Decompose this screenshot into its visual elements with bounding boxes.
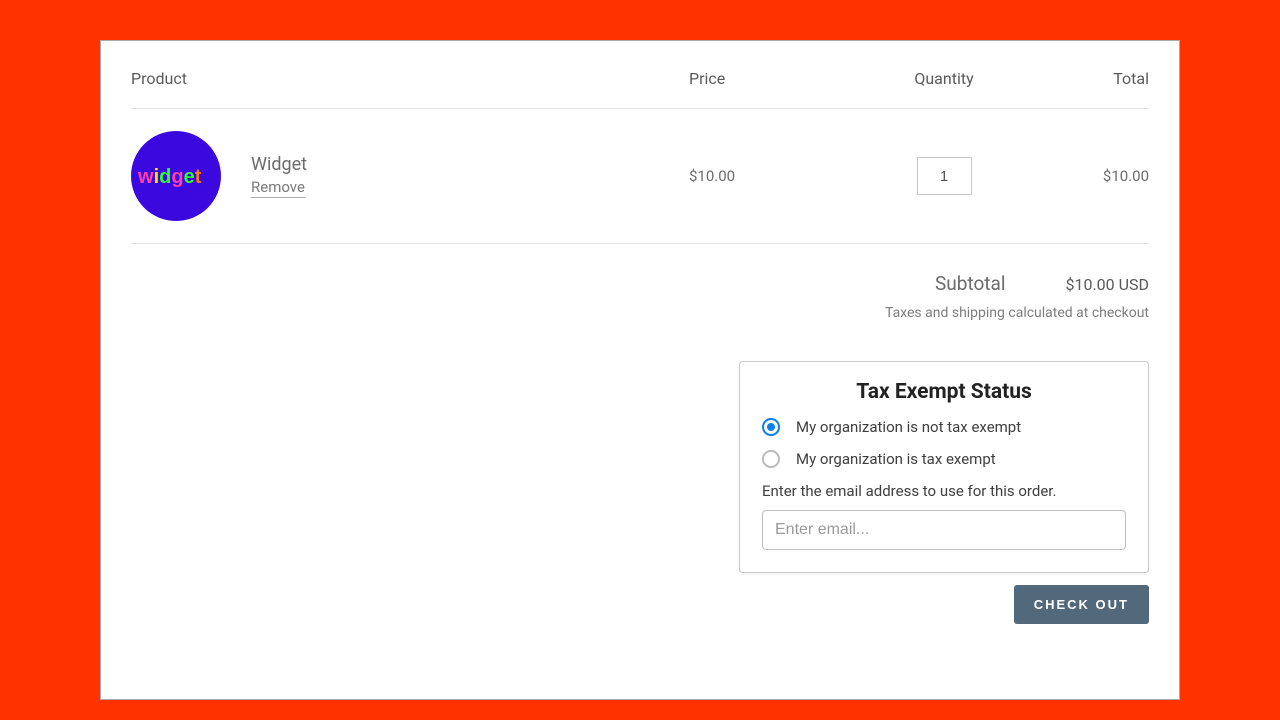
tax-exempt-title: Tax Exempt Status: [762, 380, 1126, 404]
product-thumbnail[interactable]: widget: [131, 131, 221, 221]
remove-link[interactable]: Remove: [251, 178, 305, 198]
checkout-wrap: CHECK OUT: [1014, 585, 1149, 624]
svg-text:widget: widget: [137, 166, 202, 188]
product-name[interactable]: Widget: [251, 154, 307, 175]
quantity-input[interactable]: [917, 157, 972, 195]
quantity-cell: [859, 157, 1029, 195]
radio-label: My organization is not tax exempt: [796, 418, 1021, 436]
cart-card: Product Price Quantity Total widget Widg…: [100, 40, 1180, 700]
table-headers: Product Price Quantity Total: [131, 69, 1149, 109]
checkout-button[interactable]: CHECK OUT: [1014, 585, 1149, 624]
email-field[interactable]: [762, 510, 1126, 550]
radio-exempt[interactable]: My organization is tax exempt: [762, 450, 1126, 468]
tax-exempt-box: Tax Exempt Status My organization is not…: [739, 361, 1149, 573]
tax-shipping-note: Taxes and shipping calculated at checkou…: [885, 305, 1149, 321]
header-product: Product: [131, 69, 689, 88]
radio-icon: [762, 450, 780, 468]
header-quantity: Quantity: [859, 69, 1029, 88]
header-total: Total: [1029, 69, 1149, 88]
product-cell: widget Widget Remove: [131, 131, 689, 221]
widget-icon: widget: [136, 156, 216, 196]
subtotal-label: Subtotal: [935, 272, 1005, 295]
line-total: $10.00: [1029, 167, 1149, 185]
product-price: $10.00: [689, 167, 859, 185]
radio-label: My organization is tax exempt: [796, 450, 996, 468]
subtotal-row: Subtotal $10.00 USD: [935, 272, 1149, 295]
email-label: Enter the email address to use for this …: [762, 482, 1126, 500]
product-info: Widget Remove: [251, 154, 307, 198]
summary: Subtotal $10.00 USD Taxes and shipping c…: [131, 272, 1149, 321]
table-row: widget Widget Remove $10.00 $10.00: [131, 109, 1149, 244]
header-price: Price: [689, 69, 859, 88]
subtotal-value: $10.00 USD: [1065, 275, 1149, 294]
radio-icon: [762, 418, 780, 436]
radio-not-exempt[interactable]: My organization is not tax exempt: [762, 418, 1126, 436]
